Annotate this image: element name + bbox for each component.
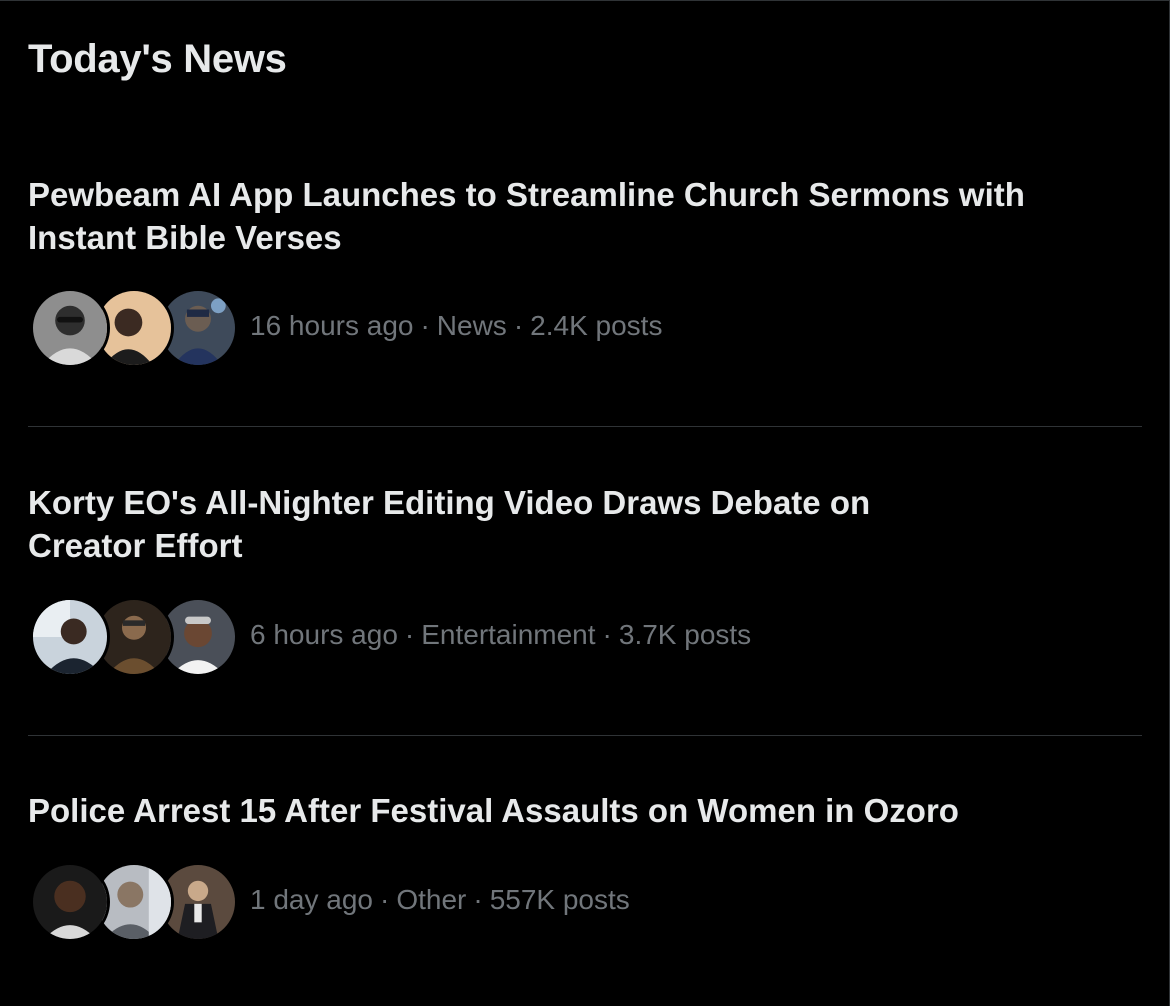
news-meta-row: 16 hours ago · News · 2.4K posts xyxy=(28,286,1128,370)
avatar xyxy=(30,288,110,368)
news-category[interactable]: News xyxy=(437,310,507,341)
headline-line: Pewbeam AI App Launches to Streamline Ch… xyxy=(28,176,1025,213)
avatar-stack xyxy=(30,595,238,679)
news-headline[interactable]: Police Arrest 15 After Festival Assaults… xyxy=(28,789,1128,832)
news-meta-row: 6 hours ago · Entertainment · 3.7K posts xyxy=(28,595,1128,679)
divider xyxy=(28,735,1142,736)
todays-news-panel: Today's News Pewbeam AI App Launches to … xyxy=(0,0,1170,1006)
avatar xyxy=(30,862,110,942)
divider xyxy=(28,426,1142,427)
news-post-count: 557K posts xyxy=(489,884,630,915)
news-category[interactable]: Entertainment xyxy=(421,619,595,650)
separator-dot: · xyxy=(420,310,430,341)
news-headline[interactable]: Korty EO's All-Nighter Editing Video Dra… xyxy=(28,481,1128,567)
avatar-stack xyxy=(30,860,238,944)
panel-title: Today's News xyxy=(28,37,287,81)
headline-line: Korty EO's All-Nighter Editing Video Dra… xyxy=(28,484,871,521)
separator-dot: · xyxy=(513,310,524,341)
separator-dot: · xyxy=(380,884,390,915)
news-post-count: 2.4K posts xyxy=(530,310,663,341)
news-headline[interactable]: Pewbeam AI App Launches to Streamline Ch… xyxy=(28,173,1128,259)
separator-dot: · xyxy=(404,619,415,650)
headline-line: Police Arrest 15 After Festival Assaults… xyxy=(28,792,959,829)
news-meta-row: 1 day ago · Other · 557K posts xyxy=(28,860,1128,944)
news-meta: 1 day ago · Other · 557K posts xyxy=(250,884,630,916)
news-time: 1 day ago xyxy=(250,884,373,915)
headline-line: Instant Bible Verses xyxy=(28,219,342,256)
news-meta: 6 hours ago · Entertainment · 3.7K posts xyxy=(250,619,751,651)
news-item[interactable]: Korty EO's All-Nighter Editing Video Dra… xyxy=(28,481,1142,701)
news-item[interactable]: Police Arrest 15 After Festival Assaults… xyxy=(28,789,1142,989)
news-meta: 16 hours ago · News · 2.4K posts xyxy=(250,310,662,342)
avatar-stack xyxy=(30,286,238,370)
headline-line: Creator Effort xyxy=(28,527,243,564)
separator-dot: · xyxy=(602,619,612,650)
news-time: 6 hours ago xyxy=(250,619,398,650)
news-category[interactable]: Other xyxy=(396,884,466,915)
avatar xyxy=(30,597,110,677)
news-post-count: 3.7K posts xyxy=(618,619,752,650)
news-time: 16 hours ago xyxy=(250,310,414,341)
separator-dot: · xyxy=(473,884,483,915)
news-item[interactable]: Pewbeam AI App Launches to Streamline Ch… xyxy=(28,173,1142,393)
